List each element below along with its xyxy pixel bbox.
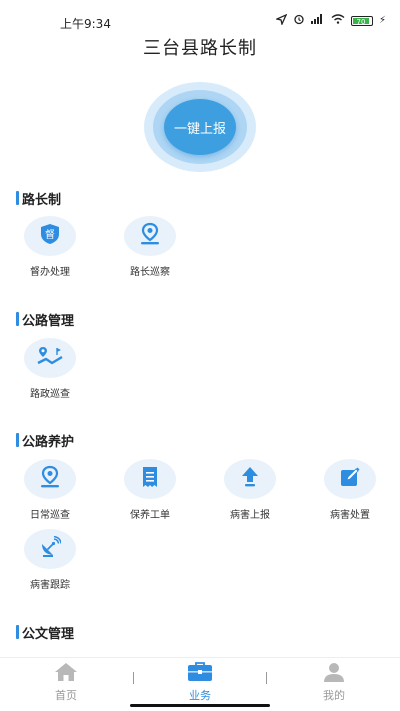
section-accent-bar xyxy=(16,625,19,639)
tile-label: 保养工单 xyxy=(130,510,170,521)
tile-icon-bg: 督 xyxy=(24,216,76,256)
section-accent-bar xyxy=(16,433,19,447)
location-pin-icon xyxy=(138,222,162,250)
route-map-icon xyxy=(36,345,64,371)
section-header-highway-maint: 公路养护 xyxy=(16,432,75,450)
tile-label: 病害上报 xyxy=(230,510,270,521)
tile-supervise-handle[interactable]: 督 督办处理 xyxy=(10,216,90,278)
tile-defect-handling[interactable]: 病害处置 xyxy=(310,459,390,521)
app-header: 三台县路长制 xyxy=(0,30,400,68)
work-order-icon xyxy=(140,466,160,492)
section-accent-bar xyxy=(16,191,19,205)
status-icons: 70 ⚡ xyxy=(274,13,386,28)
tile-label: 督办处理 xyxy=(30,267,70,278)
home-indicator xyxy=(130,704,270,707)
tile-label: 路政巡查 xyxy=(30,389,70,400)
tile-label: 路长巡察 xyxy=(130,267,170,278)
alarm-clock-icon xyxy=(293,13,305,28)
satellite-dish-icon xyxy=(39,535,62,562)
tile-icon-bg xyxy=(24,529,76,569)
briefcase-icon xyxy=(187,662,213,686)
report-button-wrapper: 一键上报 xyxy=(144,82,256,172)
supervise-badge-text: 督 xyxy=(45,228,55,241)
tile-road-chief-patrol[interactable]: 路长巡察 xyxy=(110,216,190,278)
section-title-road-chief: 路长制 xyxy=(22,192,62,208)
battery-icon: 70 xyxy=(350,15,373,26)
nav-separator xyxy=(266,672,267,684)
edit-pen-icon xyxy=(339,466,361,492)
tile-icon-bg xyxy=(124,216,176,256)
section-title-highway-maint: 公路养护 xyxy=(22,434,75,450)
section-title-document-mgmt: 公文管理 xyxy=(22,626,75,642)
one-click-report-button[interactable]: 一键上报 xyxy=(164,99,236,155)
one-click-report-label: 一键上报 xyxy=(173,121,226,137)
wifi-icon xyxy=(331,14,345,27)
user-icon xyxy=(323,663,345,686)
nav-label-mine: 我的 xyxy=(323,689,345,702)
page-title: 三台县路长制 xyxy=(143,38,257,59)
nav-label-home: 首页 xyxy=(55,689,77,702)
nav-item-home[interactable]: 首页 xyxy=(26,662,106,703)
location-pin-icon xyxy=(38,465,62,493)
home-icon xyxy=(54,663,78,686)
charging-bolt-icon: ⚡ xyxy=(378,15,386,26)
tile-label: 日常巡查 xyxy=(30,510,70,521)
tile-icon-bg xyxy=(224,459,276,499)
section-header-document-mgmt: 公文管理 xyxy=(16,624,75,642)
supervise-badge-icon: 督 xyxy=(39,223,61,249)
section-title-highway-mgmt: 公路管理 xyxy=(22,313,75,329)
tile-defect-tracking[interactable]: 病害跟踪 xyxy=(10,529,90,591)
battery-level: 70 xyxy=(352,17,369,26)
section-header-highway-mgmt: 公路管理 xyxy=(16,311,75,329)
location-arrow-icon xyxy=(274,13,288,28)
nav-item-mine[interactable]: 我的 xyxy=(294,662,374,703)
tile-road-admin-patrol[interactable]: 路政巡查 xyxy=(10,338,90,400)
tile-icon-bg xyxy=(124,459,176,499)
upload-arrow-icon xyxy=(240,466,260,492)
nav-item-business[interactable]: 业务 xyxy=(160,662,240,703)
cellular-signal-icon xyxy=(310,14,325,27)
tile-defect-report[interactable]: 病害上报 xyxy=(210,459,290,521)
section-accent-bar xyxy=(16,312,19,326)
nav-separator xyxy=(133,672,134,684)
tile-icon-bg xyxy=(324,459,376,499)
tile-icon-bg xyxy=(24,338,76,378)
nav-label-business: 业务 xyxy=(189,689,211,702)
section-header-road-chief: 路长制 xyxy=(16,190,62,208)
tile-label: 病害处置 xyxy=(330,510,370,521)
tile-daily-patrol[interactable]: 日常巡查 xyxy=(10,459,90,521)
tile-maintenance-order[interactable]: 保养工单 xyxy=(110,459,190,521)
tile-label: 病害跟踪 xyxy=(30,580,70,591)
bottom-nav: 首页 业务 我的 xyxy=(0,657,400,711)
tile-icon-bg xyxy=(24,459,76,499)
